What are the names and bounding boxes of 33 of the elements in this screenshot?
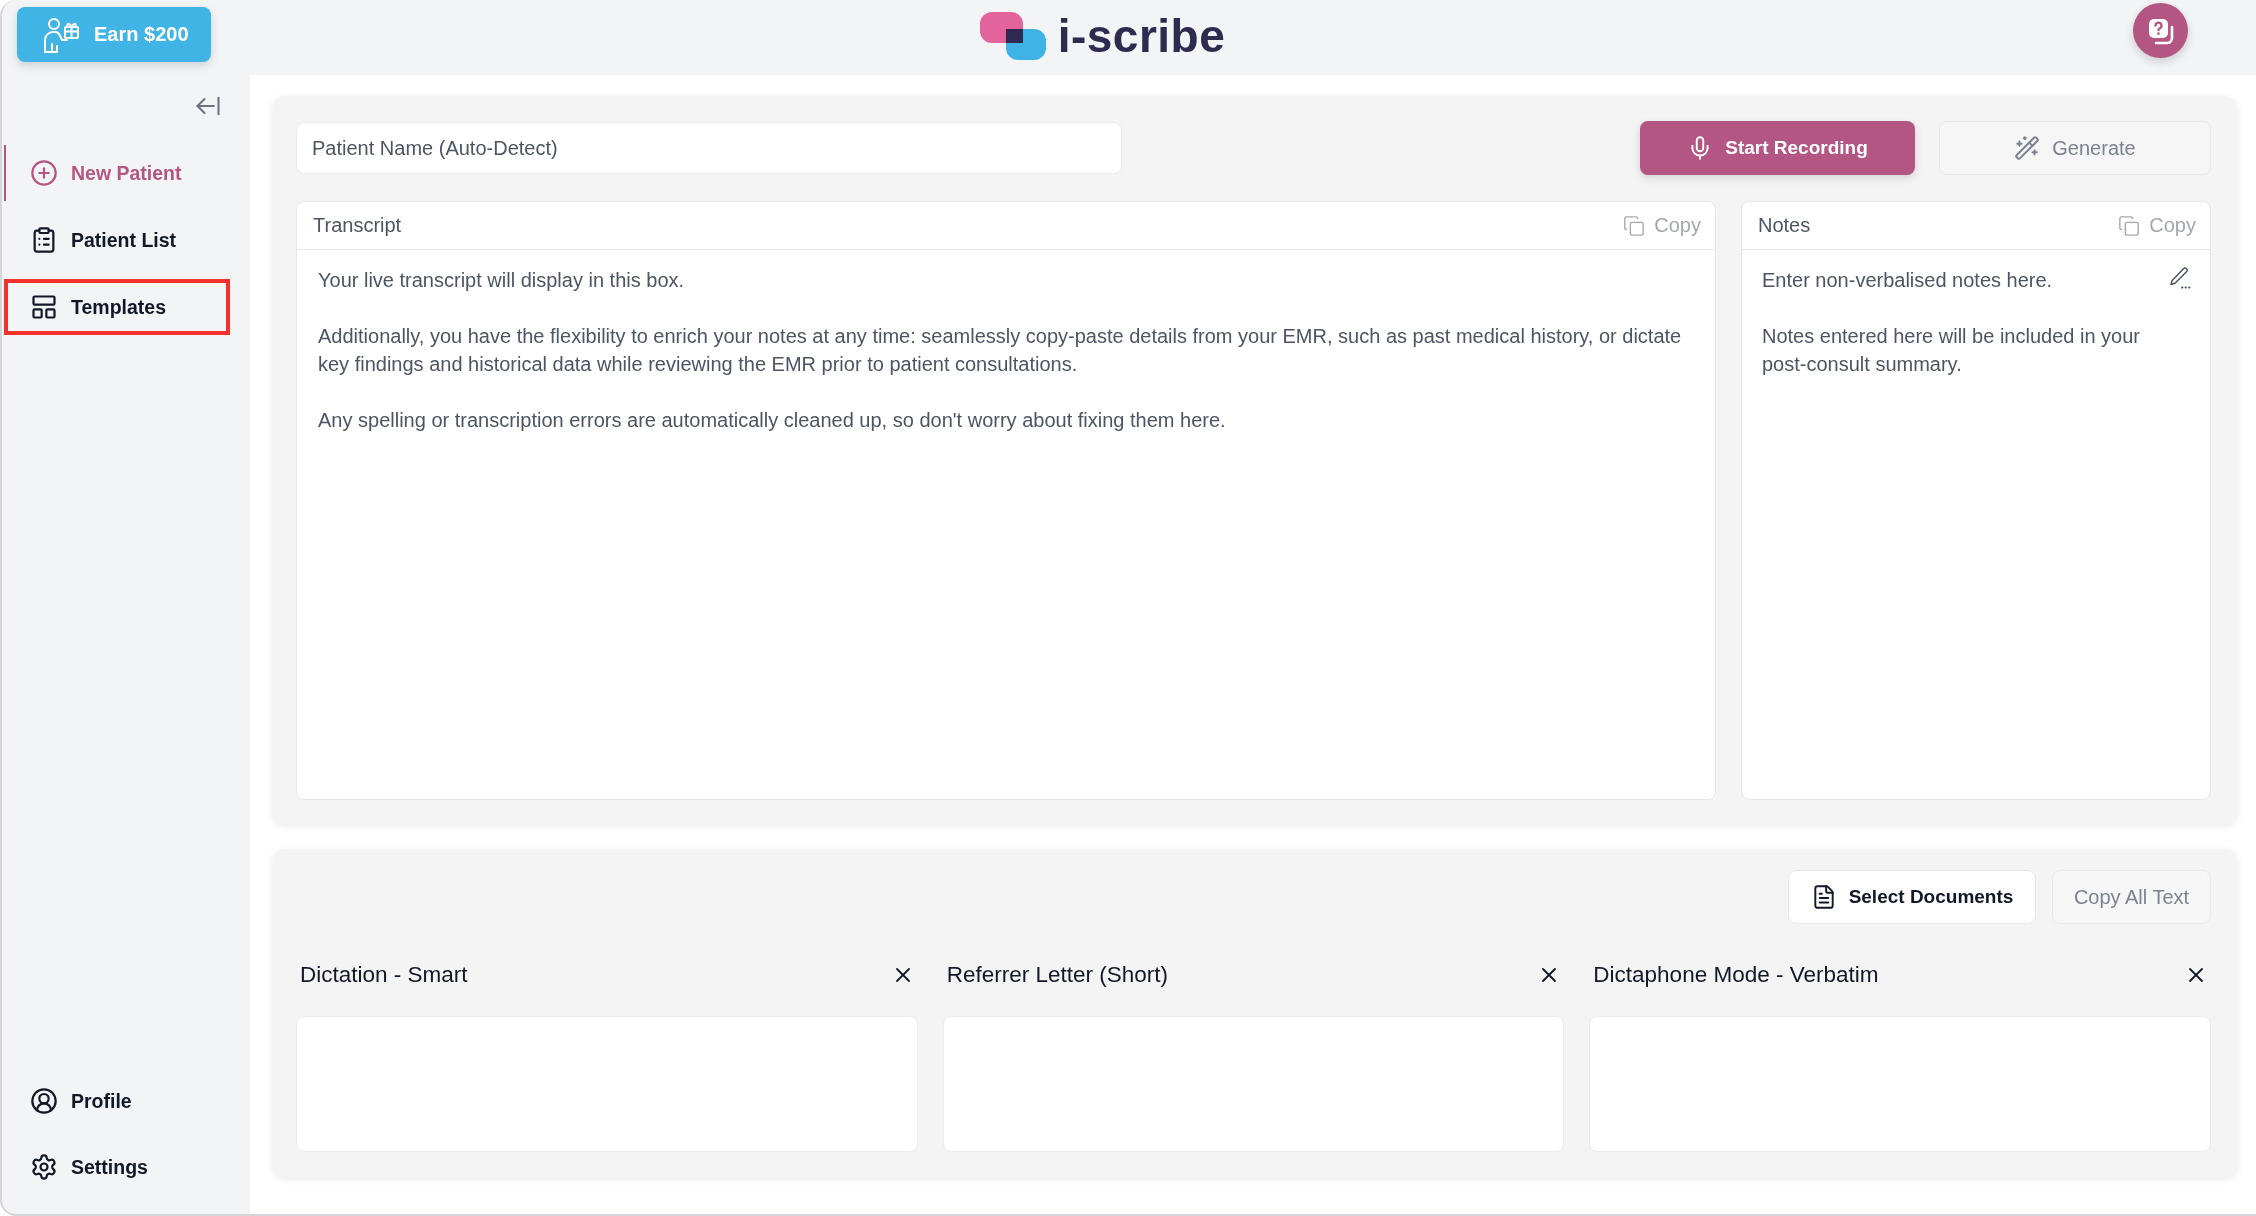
help-button[interactable] [2133, 3, 2188, 58]
notes-field[interactable]: Enter non-verbalised notes here. Notes entered here will be included in your post-consult summary. [1742, 250, 2210, 799]
person-gift-icon [43, 16, 79, 53]
magic-wand-icon [2014, 135, 2041, 161]
sidebar-item[interactable]: Profile [4, 1073, 230, 1129]
sidebar-item[interactable]: Patient List [4, 212, 230, 268]
placeholder-text: Enter non-verbalised notes here. [1762, 268, 2054, 293]
select-documents-button[interactable]: Select Documents [1788, 870, 2036, 924]
copy-icon [1623, 214, 1646, 237]
start-recording-button[interactable]: Start Recording [1640, 121, 1915, 175]
placeholder-text: Any spelling or transcription errors are automatically cleaned up, so don't worry about fixing them here. [318, 408, 1227, 433]
template-title: Dictaphone Mode - Verbatim [1593, 962, 1879, 988]
settings-icon [30, 1153, 58, 1181]
panel-title: Notes [1758, 214, 1811, 237]
sidebar-item[interactable]: New Patient [4, 145, 230, 201]
sidebar-item[interactable]: Templates [4, 279, 230, 335]
layout-icon [30, 293, 58, 321]
sidebar-item[interactable]: Settings [4, 1139, 230, 1195]
placeholder-text: Your live transcript will display in this box. [318, 268, 686, 293]
panel-title: Transcript [313, 214, 402, 237]
logo-icon [979, 12, 1046, 60]
template-title: Dictation - Smart [300, 962, 468, 988]
help-icon [2146, 16, 2175, 45]
earn-referral-button[interactable]: Earn $200 [17, 7, 211, 62]
user-circle-icon [30, 1087, 58, 1115]
copy-icon [2118, 214, 2141, 237]
pencil-icon [2168, 266, 2192, 290]
placeholder-text: Notes entered here will be included in your post-consult summary. [1762, 324, 2141, 377]
patient-name-field[interactable]: Patient Name (Auto-Detect) [296, 122, 1122, 174]
logo-text: i-scribe [1057, 13, 1226, 59]
placeholder-text: Additionally, you have the flexibility to enrich your notes at any time: seamlessly copy-paste details from your EMR, such as past medical history, or dictate key findings and historical data while reviewing the EMR prior to patient consultations. [318, 324, 1683, 377]
plus-circle-icon [30, 159, 58, 187]
template-title: Referrer Letter (Short) [946, 962, 1168, 988]
